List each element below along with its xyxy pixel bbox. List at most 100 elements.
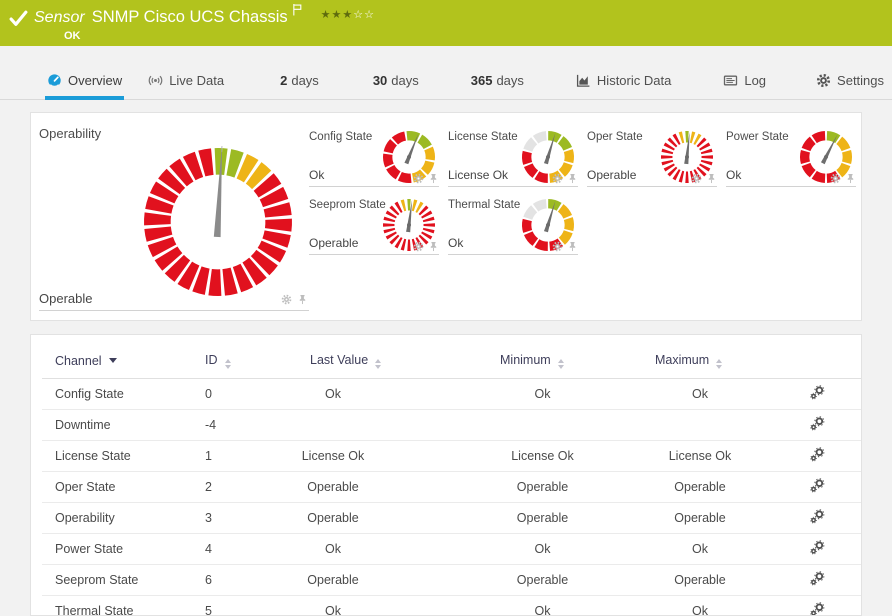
gauge-icon — [47, 73, 62, 88]
edit-channel-button[interactable] — [810, 385, 825, 400]
tab-30-days[interactable]: 30 days — [371, 62, 421, 99]
gauge-settings-gear-icon[interactable] — [552, 241, 563, 252]
gauge-pin-icon[interactable] — [297, 294, 309, 306]
cell-channel: Oper State — [42, 472, 192, 503]
table-row-thermal-state: Thermal State5OkOkOk — [42, 596, 862, 616]
sort-icon — [558, 359, 564, 369]
channels-table: ChannelIDLast ValueMinimumMaximum Config… — [42, 349, 862, 616]
column-header-maximum[interactable]: Maximum — [642, 349, 802, 379]
cell-last-value — [297, 410, 487, 441]
edit-channel-button[interactable] — [810, 509, 825, 524]
cell-channel: Config State — [42, 379, 192, 410]
tab-settings[interactable]: Settings — [814, 62, 886, 99]
table-row-downtime: Downtime-4 — [42, 410, 862, 441]
cell-maximum: Operable — [642, 565, 802, 596]
tab-label: Settings — [837, 73, 884, 88]
star-empty-icon[interactable]: ☆ — [364, 8, 375, 21]
gauge-cell-power-state: Power StateOk — [726, 129, 856, 187]
flag-icon — [292, 3, 303, 16]
cell-maximum: Operable — [642, 503, 802, 534]
tab-number: 2 — [280, 73, 287, 88]
gauge-value: Ok — [448, 236, 463, 250]
chart-icon — [576, 73, 591, 88]
gauge-pin-icon[interactable] — [706, 173, 717, 184]
gauge-pin-icon[interactable] — [567, 241, 578, 252]
cell-id: 3 — [192, 503, 297, 534]
column-header-minimum[interactable]: Minimum — [487, 349, 642, 379]
sort-icon — [225, 359, 231, 369]
column-header-channel[interactable]: Channel — [42, 349, 192, 379]
table-row-config-state: Config State0OkOkOk — [42, 379, 862, 410]
sensor-title: SNMP Cisco UCS Chassis — [92, 8, 288, 27]
table-row-seeprom-state: Seeprom State6OperableOperableOperable — [42, 565, 862, 596]
edit-channel-button[interactable] — [810, 602, 825, 616]
big-gauge-label: Operability — [39, 126, 101, 141]
status-check-icon — [9, 10, 28, 27]
gear-icon — [816, 73, 831, 88]
cell-channel: Power State — [42, 534, 192, 565]
edit-channel-button[interactable] — [810, 416, 825, 431]
star-filled-icon[interactable]: ★ — [331, 8, 342, 21]
tab-live-data[interactable]: Live Data — [146, 62, 226, 99]
cell-last-value: Operable — [297, 503, 487, 534]
table-header-row: ChannelIDLast ValueMinimumMaximum — [42, 349, 862, 379]
gauge-settings-gear-icon[interactable] — [413, 241, 424, 252]
gauges-panel: Operability Operable Config StateOkLicen… — [30, 112, 862, 321]
tab-label: Overview — [68, 73, 122, 88]
gauge-settings-gear-icon[interactable] — [413, 173, 424, 184]
table-row-license-state: License State1License OkLicense OkLicens… — [42, 441, 862, 472]
live-icon — [148, 73, 163, 88]
tab-overview[interactable]: Overview — [45, 62, 124, 99]
edit-channel-button[interactable] — [810, 571, 825, 586]
gauge-settings-gear-icon[interactable] — [691, 173, 702, 184]
gauge-cell-oper-state: Oper StateOperable — [587, 129, 717, 187]
gauge-value: Ok — [726, 168, 741, 182]
gauge-pin-icon[interactable] — [845, 173, 856, 184]
tab-365-days[interactable]: 365days — [469, 62, 526, 99]
gauge-pin-icon[interactable] — [428, 173, 439, 184]
cell-minimum: Operable — [487, 472, 642, 503]
cell-last-value: Ok — [297, 534, 487, 565]
cell-maximum: Ok — [642, 596, 802, 616]
tab-label: days — [496, 73, 523, 88]
cell-minimum: License Ok — [487, 441, 642, 472]
priority-stars[interactable]: ★★★☆☆ — [321, 8, 375, 21]
gauge-pin-icon[interactable] — [567, 173, 578, 184]
tab-log[interactable]: Log — [721, 62, 768, 99]
cell-last-value: Ok — [297, 379, 487, 410]
column-header-last-value[interactable]: Last Value — [297, 349, 487, 379]
sort-icon — [716, 359, 722, 369]
gauge-cell-license-state: License StateLicense Ok — [448, 129, 578, 187]
gauge-settings-gear-icon[interactable] — [281, 294, 293, 306]
tab-number: 30 — [373, 73, 387, 88]
star-filled-icon[interactable]: ★ — [342, 8, 353, 21]
gauge-value: Operable — [309, 236, 358, 250]
gauge-settings-gear-icon[interactable] — [830, 173, 841, 184]
tab-2-days[interactable]: 2days — [278, 62, 321, 99]
sensor-title-line: Sensor SNMP Cisco UCS Chassis ★★★☆☆ — [34, 8, 375, 27]
star-empty-icon[interactable]: ☆ — [353, 8, 364, 21]
operability-gauge[interactable] — [142, 146, 294, 303]
big-gauge-value: Operable — [39, 291, 92, 306]
table-row-operability: Operability3OperableOperableOperable — [42, 503, 862, 534]
tab-label: days — [391, 73, 418, 88]
edit-channel-button[interactable] — [810, 447, 825, 462]
column-header-id[interactable]: ID — [192, 349, 297, 379]
tab-bar: OverviewLive Data2days30days365daysHisto… — [0, 62, 892, 100]
edit-channel-button[interactable] — [810, 540, 825, 555]
tab-number: 365 — [471, 73, 493, 88]
cell-maximum: Operable — [642, 472, 802, 503]
cell-maximum: Ok — [642, 534, 802, 565]
edit-channel-button[interactable] — [810, 478, 825, 493]
column-header-actions — [802, 349, 862, 379]
cell-minimum: Operable — [487, 565, 642, 596]
gauge-value: Ok — [309, 168, 324, 182]
gauge-value: Operable — [587, 168, 636, 182]
tab-historic-data[interactable]: Historic Data — [574, 62, 673, 99]
gauge-pin-icon[interactable] — [428, 241, 439, 252]
cell-channel: Thermal State — [42, 596, 192, 616]
gauge-settings-gear-icon[interactable] — [552, 173, 563, 184]
star-filled-icon[interactable]: ★ — [321, 8, 332, 21]
cell-channel: Seeprom State — [42, 565, 192, 596]
cell-channel: Downtime — [42, 410, 192, 441]
